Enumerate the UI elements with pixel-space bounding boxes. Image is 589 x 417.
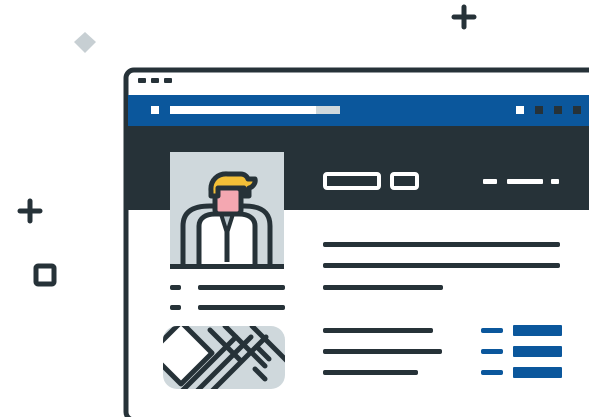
- illustration-canvas: [0, 0, 589, 417]
- list-icon: [481, 325, 562, 378]
- square-icon: [33, 263, 57, 287]
- profile-page-illustration: [17, 4, 589, 417]
- browser-window: [123, 67, 589, 417]
- profile-photo: [170, 152, 284, 269]
- window-dots-icon: [138, 78, 172, 83]
- plus-icon: [17, 198, 43, 224]
- map-preview: [163, 326, 285, 389]
- diamond-icon: [74, 32, 96, 53]
- plus-icon: [451, 4, 477, 30]
